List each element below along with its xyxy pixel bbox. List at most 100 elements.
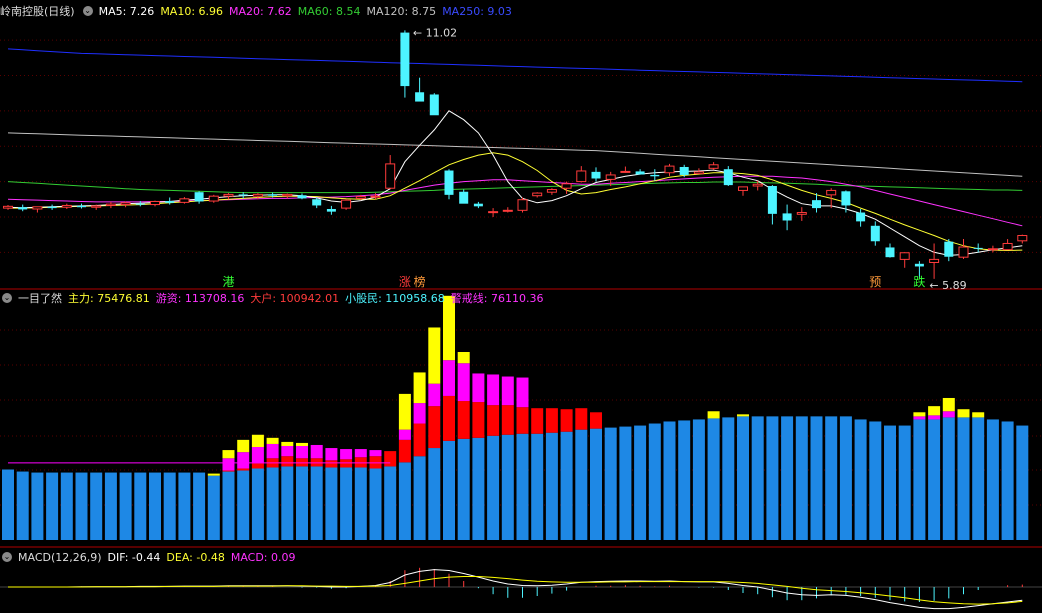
candle-body bbox=[370, 195, 381, 198]
candle-body bbox=[208, 195, 219, 202]
main-force-bar bbox=[251, 434, 264, 448]
main-force-bar bbox=[972, 412, 985, 418]
candle-body bbox=[899, 252, 910, 260]
retail-bar bbox=[413, 456, 426, 540]
retail-bar bbox=[90, 472, 103, 540]
legend-ma60: MA60: 8.54 bbox=[297, 4, 361, 18]
retail-bar bbox=[46, 472, 59, 540]
retail-bar bbox=[266, 467, 279, 540]
big-holder-bar bbox=[575, 408, 588, 430]
retail-bar bbox=[472, 437, 485, 540]
retail-bar bbox=[590, 428, 602, 540]
retail-bar bbox=[810, 416, 823, 540]
candle-body bbox=[3, 205, 13, 209]
low-price-label: ← 5.89 bbox=[929, 279, 966, 292]
retail-bar bbox=[560, 431, 573, 540]
legend-hot-money: 游资: 113708.16 bbox=[155, 292, 245, 305]
big-holder-bar bbox=[443, 395, 455, 441]
settings-circle-icon[interactable]: ⌄ bbox=[2, 552, 12, 562]
main-force-bar bbox=[457, 352, 470, 364]
hot-money-bar bbox=[398, 429, 411, 440]
candle-body bbox=[856, 212, 866, 222]
retail-bar bbox=[119, 472, 132, 540]
candle-body bbox=[32, 206, 43, 210]
retail-bar bbox=[884, 425, 896, 540]
retail-bar bbox=[781, 416, 794, 540]
retail-bar bbox=[825, 416, 838, 540]
retail-bar bbox=[31, 472, 44, 540]
candle-body bbox=[796, 212, 807, 215]
big-holder-bar bbox=[369, 456, 382, 469]
retail-bar bbox=[443, 440, 455, 540]
retail-bar bbox=[178, 472, 191, 540]
event-marker: 预 bbox=[869, 275, 881, 289]
retail-bar bbox=[766, 416, 779, 540]
retail-bar bbox=[928, 419, 941, 540]
retail-bar bbox=[193, 472, 206, 540]
legend-ma120: MA120: 8.75 bbox=[366, 4, 437, 18]
retail-bar bbox=[619, 426, 632, 540]
candle-body bbox=[841, 191, 851, 206]
retail-bar bbox=[707, 418, 720, 540]
retail-bar bbox=[972, 417, 985, 540]
retail-bar bbox=[296, 466, 308, 540]
retail-bar bbox=[1001, 421, 1014, 540]
big-holder-bar bbox=[531, 408, 544, 434]
candle-body bbox=[194, 192, 204, 202]
candle-body bbox=[400, 32, 410, 87]
candle-body bbox=[738, 186, 748, 191]
hot-money-bar bbox=[487, 374, 500, 406]
big-holder-bar bbox=[457, 401, 470, 439]
candle-body bbox=[546, 189, 557, 193]
retail-bar bbox=[869, 421, 882, 540]
hot-money-bar bbox=[913, 416, 926, 420]
hot-money-bar bbox=[413, 403, 426, 424]
hot-money-bar bbox=[443, 360, 455, 396]
candle-body bbox=[576, 170, 587, 183]
retail-bar bbox=[957, 417, 970, 540]
candle-body bbox=[341, 199, 352, 209]
retail-bar bbox=[325, 467, 338, 540]
main-force-bar bbox=[222, 450, 235, 459]
settings-circle-icon[interactable]: ⌄ bbox=[82, 6, 93, 16]
hot-money-bar bbox=[942, 411, 955, 418]
ma5-line bbox=[7, 110, 1023, 256]
candle-body bbox=[252, 193, 263, 197]
hot-money-bar bbox=[237, 452, 250, 469]
retail-bar bbox=[2, 469, 14, 540]
hot-money-bar bbox=[340, 449, 353, 460]
candle-body bbox=[459, 191, 469, 204]
hot-money-bar bbox=[928, 415, 941, 420]
hot-money-bar bbox=[472, 373, 485, 403]
candle-body bbox=[885, 247, 895, 258]
retail-bar bbox=[487, 435, 500, 540]
candle-body bbox=[312, 199, 322, 206]
macd-title: MACD(12,26,9) bbox=[18, 550, 102, 564]
retail-bar bbox=[531, 433, 544, 540]
big-holder-bar bbox=[516, 407, 529, 434]
big-holder-bar bbox=[472, 402, 485, 438]
retail-bar bbox=[692, 419, 705, 540]
legend-ma5: MA5: 7.26 bbox=[98, 4, 155, 18]
retail-bar bbox=[310, 466, 323, 540]
candle-body bbox=[1017, 235, 1028, 242]
big-holder-bar bbox=[428, 406, 441, 449]
candle-body bbox=[77, 205, 86, 208]
big-holder-bar bbox=[310, 458, 323, 467]
candle-body bbox=[473, 203, 483, 207]
retail-bar bbox=[398, 462, 411, 540]
candle-body bbox=[987, 248, 998, 251]
big-holder-bar bbox=[560, 409, 573, 432]
ma60-line bbox=[7, 181, 1023, 194]
high-price-label: ← 11.02 bbox=[413, 26, 457, 39]
candle-body bbox=[120, 202, 131, 206]
settings-circle-icon[interactable]: ⌄ bbox=[2, 293, 12, 303]
candle-body bbox=[444, 170, 454, 195]
candle-body bbox=[105, 203, 116, 206]
main-force-bar bbox=[207, 473, 220, 476]
legend-ma10: MA10: 6.96 bbox=[160, 4, 224, 18]
hot-money-bar bbox=[222, 458, 235, 471]
retail-bar bbox=[516, 433, 529, 540]
candle-body bbox=[929, 258, 940, 263]
stock-chart-canvas: ← 11.02 ← 5.89 港 涨榜 预 跌 bbox=[0, 26, 1042, 610]
